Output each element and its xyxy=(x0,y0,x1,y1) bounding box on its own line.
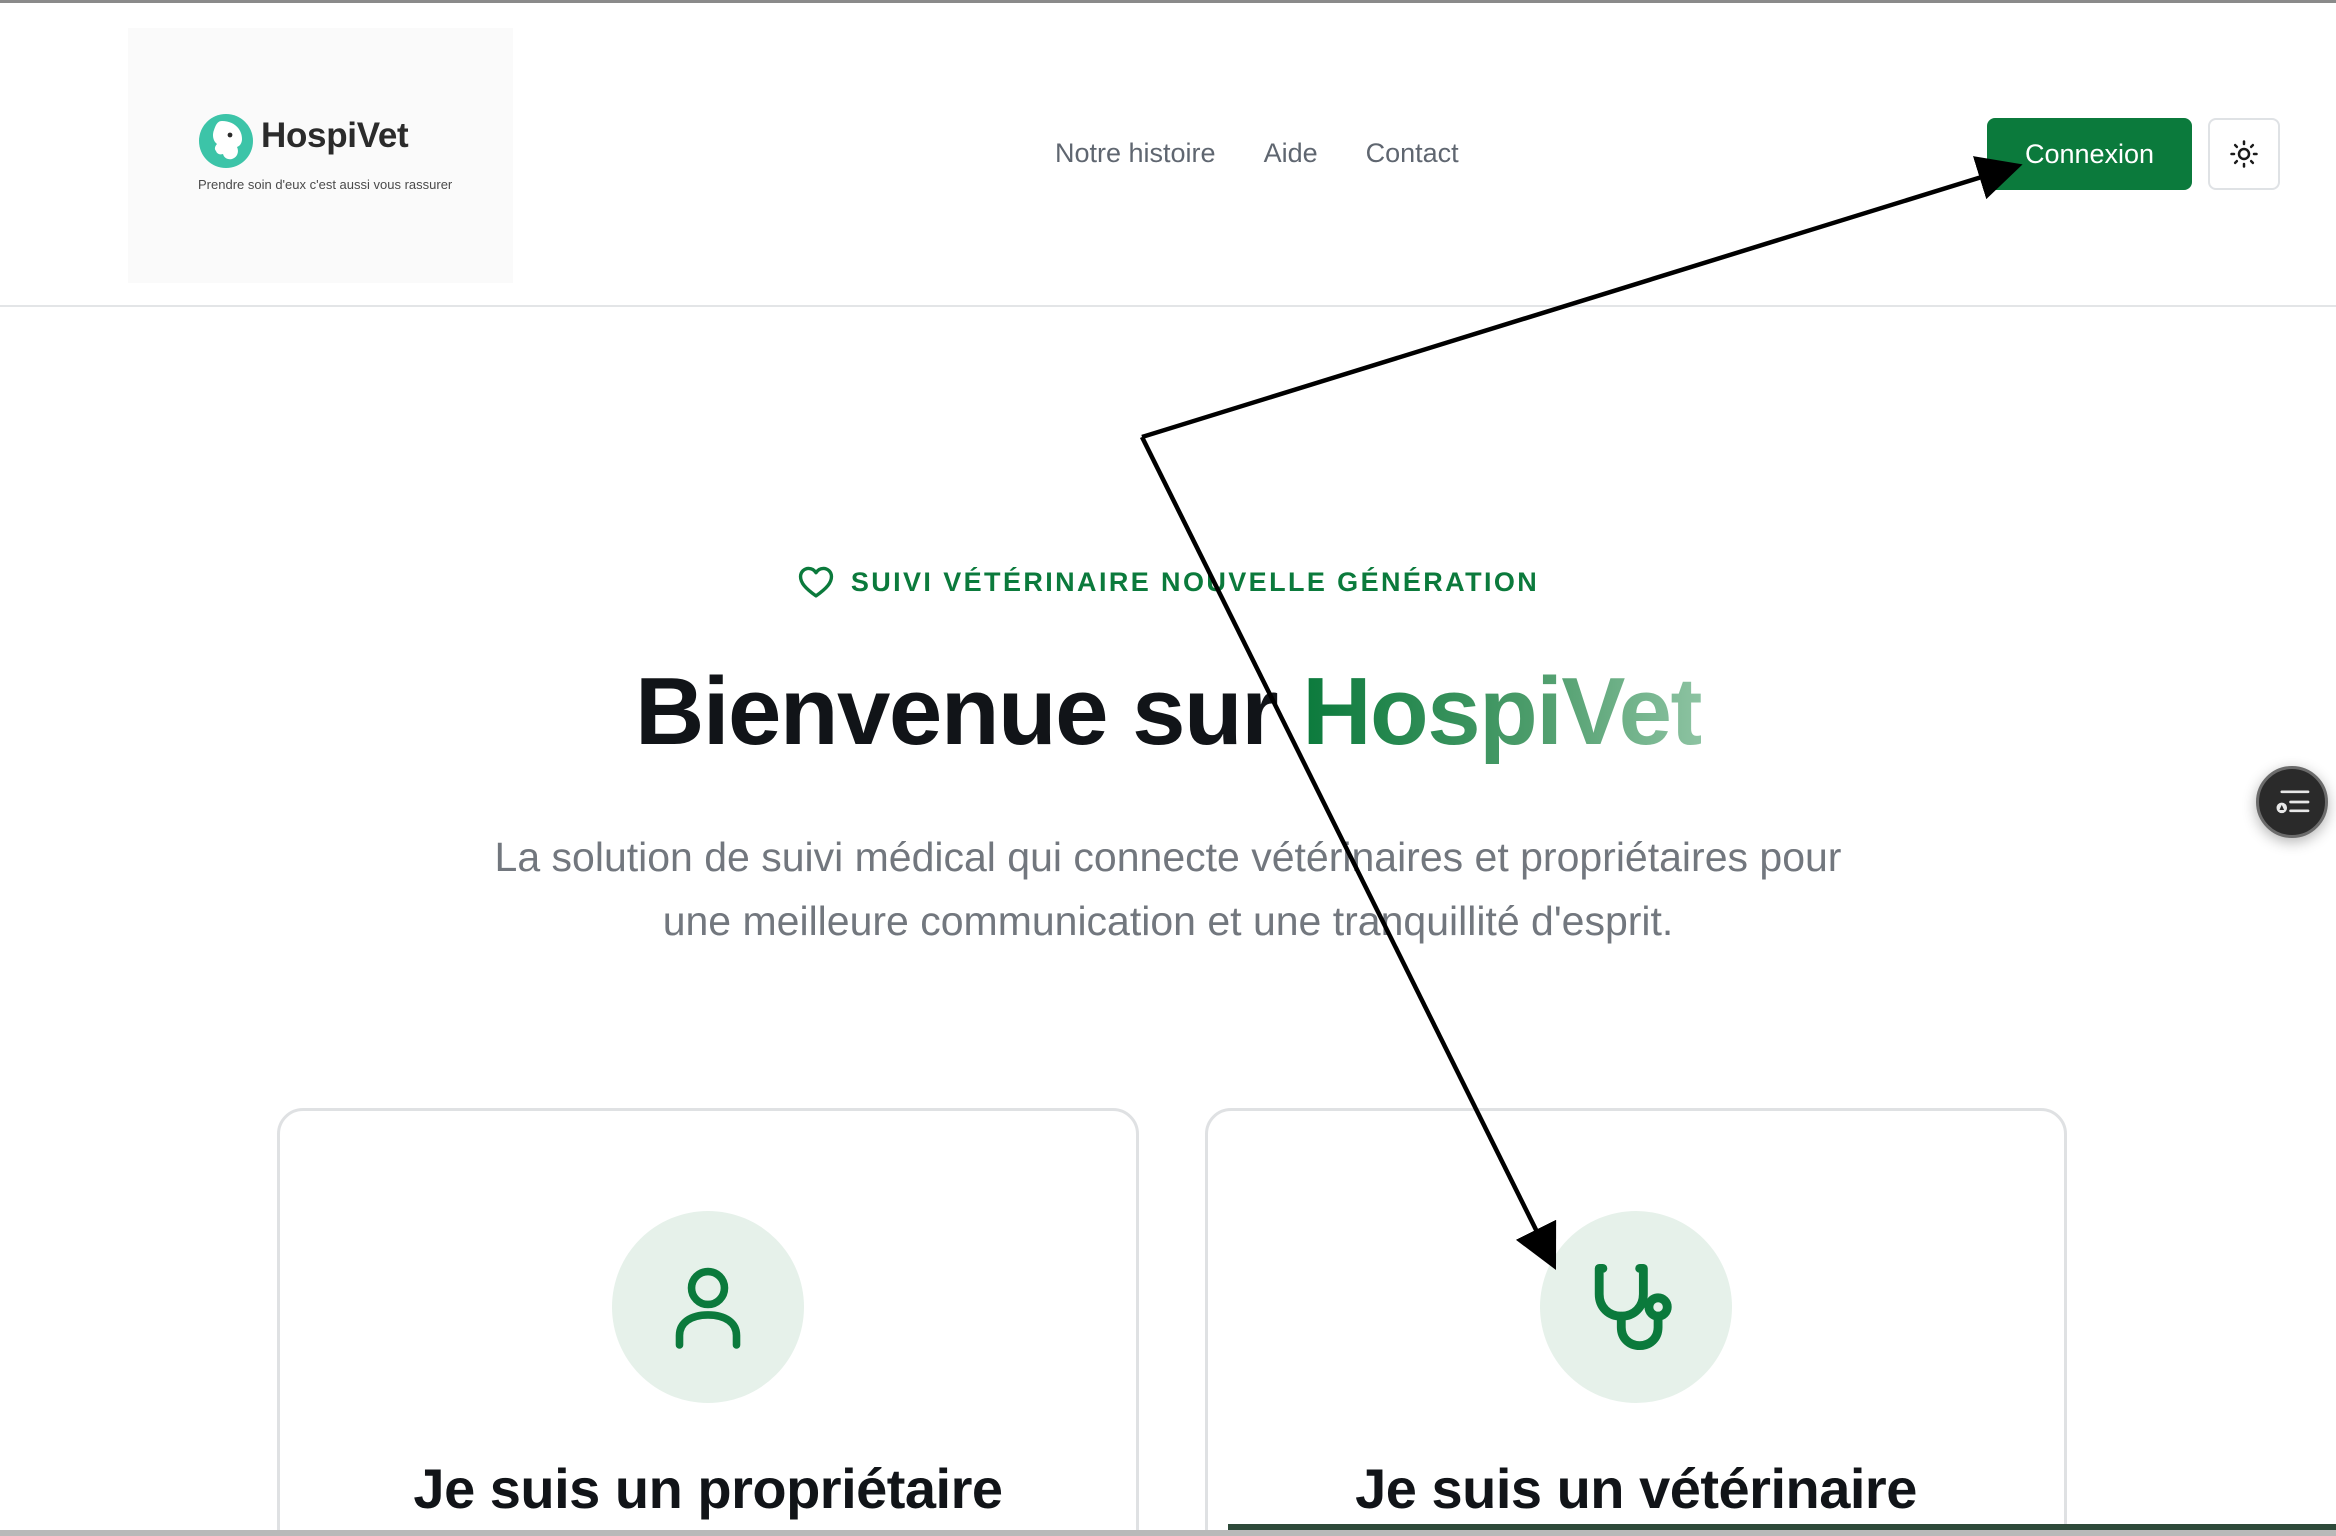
dog-logo-icon xyxy=(199,114,253,168)
vet-card-title: Je suis un vétérinaire xyxy=(1355,1457,1917,1520)
toc-icon xyxy=(2276,790,2310,814)
user-icon xyxy=(675,1267,741,1349)
nav-link-notre-histoire[interactable]: Notre histoire xyxy=(1055,138,1216,169)
sun-icon xyxy=(2230,140,2258,168)
hero-eyebrow: SUIVI VÉTÉRINAIRE NOUVELLE GÉNÉRATION xyxy=(0,565,2336,599)
hero-subtitle: La solution de suivi médical qui connect… xyxy=(494,834,1842,944)
brand-name: HospiVet xyxy=(261,116,409,155)
nav-link-aide[interactable]: Aide xyxy=(1264,138,1318,169)
owner-card-title: Je suis un propriétaire xyxy=(413,1457,1003,1520)
window-bottom-border xyxy=(0,1530,2336,1536)
floating-toc-button[interactable] xyxy=(2256,766,2328,838)
stethoscope-icon xyxy=(1594,1263,1672,1351)
owner-card[interactable]: Je suis un propriétaire xyxy=(277,1108,1139,1536)
logo[interactable]: HospiVet Prendre soin d'eux c'est aussi … xyxy=(128,28,513,283)
theme-toggle-button[interactable] xyxy=(2208,118,2280,190)
hero-title: Bienvenue sur HospiVet xyxy=(0,657,2336,767)
hero-title-accent: HospiVet xyxy=(1302,658,1702,765)
brand-tagline: Prendre soin d'eux c'est aussi vous rass… xyxy=(198,177,453,192)
heart-icon xyxy=(798,566,833,598)
hero-title-prefix: Bienvenue sur xyxy=(635,658,1303,765)
nav-link-contact[interactable]: Contact xyxy=(1366,138,1459,169)
main-nav: Notre histoire Aide Contact xyxy=(1055,138,1459,169)
site-header: HospiVet Prendre soin d'eux c'est aussi … xyxy=(0,3,2336,307)
vet-icon-badge xyxy=(1540,1211,1732,1403)
owner-icon-badge xyxy=(612,1211,804,1403)
login-button[interactable]: Connexion xyxy=(1987,118,2192,190)
vet-card[interactable]: Je suis un vétérinaire xyxy=(1205,1108,2067,1536)
hero-eyebrow-text: SUIVI VÉTÉRINAIRE NOUVELLE GÉNÉRATION xyxy=(850,566,1540,597)
